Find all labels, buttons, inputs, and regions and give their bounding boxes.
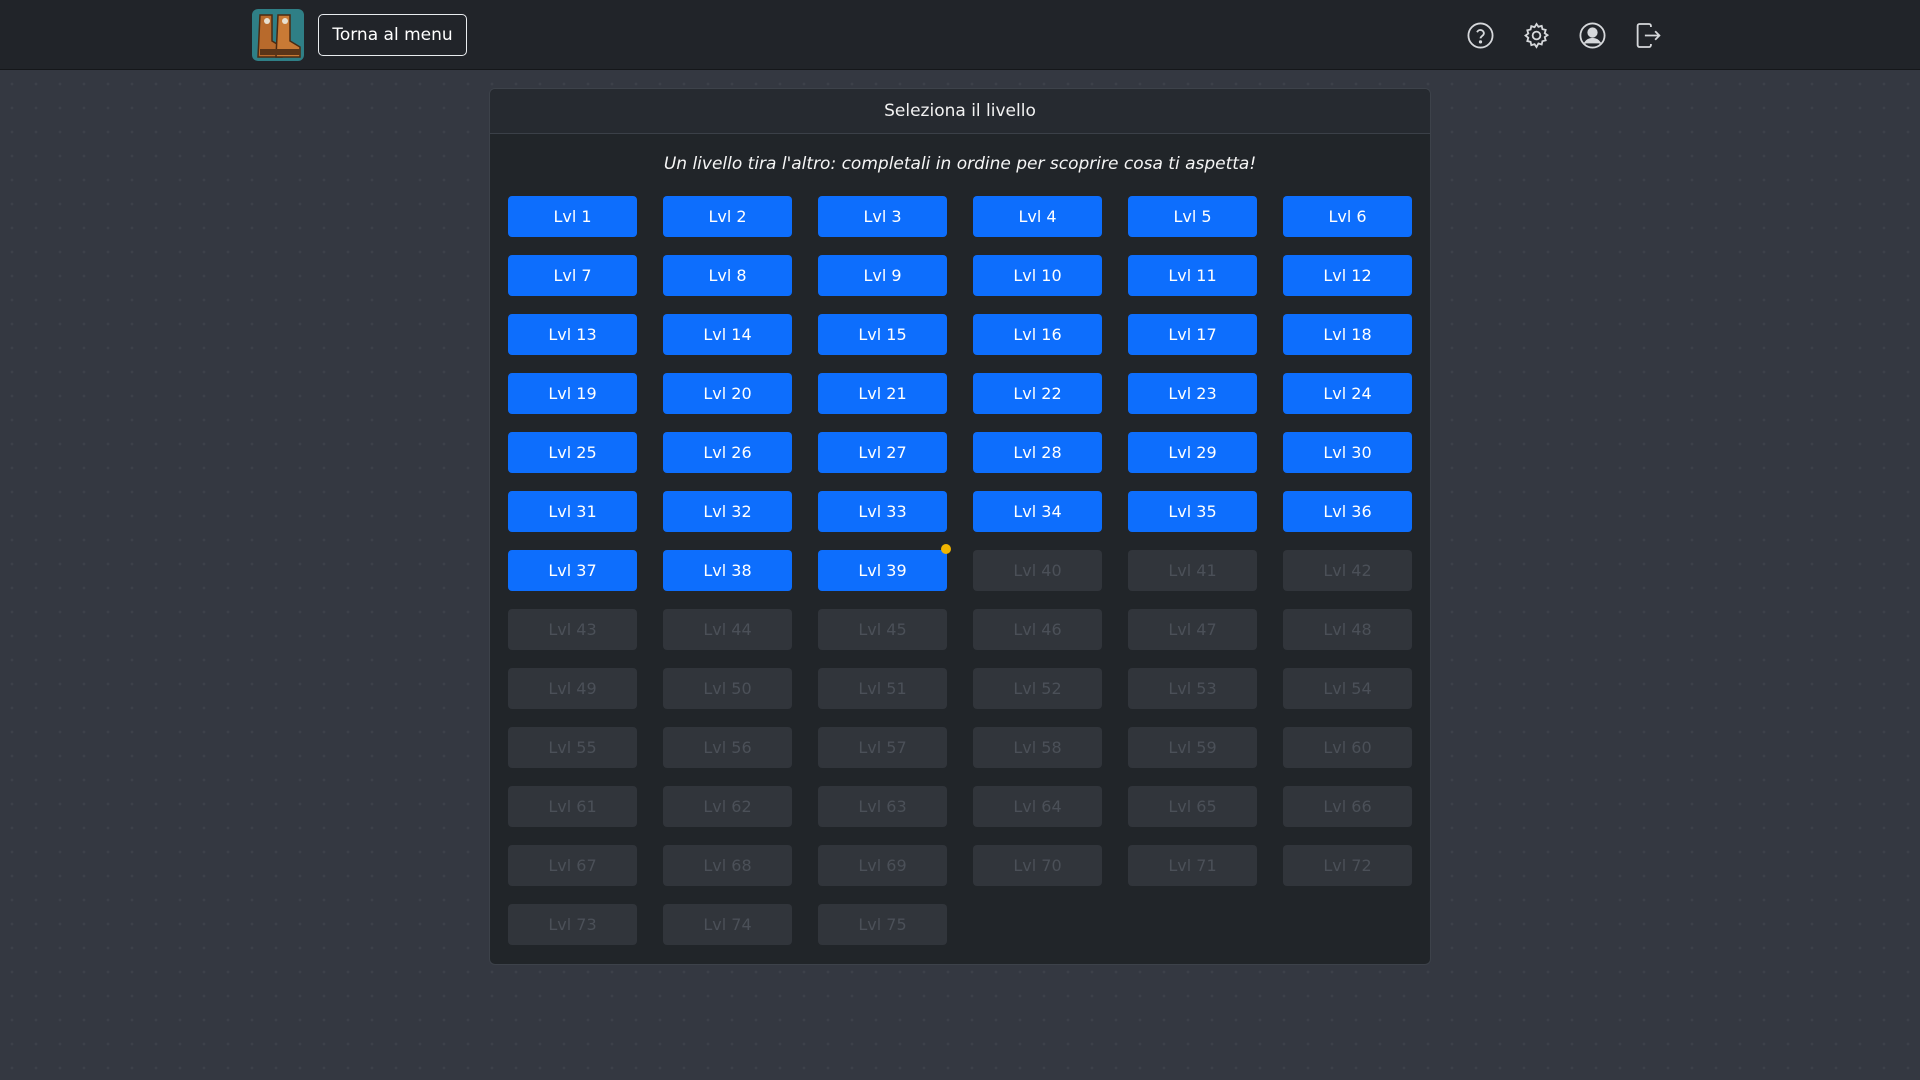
card-title: Seleziona il livello: [490, 89, 1430, 134]
nav-icons: [1465, 18, 1663, 52]
level-button-49: Lvl 49: [508, 668, 637, 709]
level-grid: Lvl 1 Lvl 2 Lvl 3 Lvl 4 Lvl 5 Lvl 6 Lvl 7 Lvl 8…: [508, 196, 1412, 945]
level-button-70: Lvl 70: [973, 845, 1102, 886]
level-button-39[interactable]: Lvl 39: [818, 544, 951, 591]
level-button-2[interactable]: Lvl 2: [663, 196, 792, 237]
level-button-41: Lvl 41: [1128, 550, 1257, 591]
level-button-46: Lvl 46: [973, 609, 1102, 650]
level-button-11[interactable]: Lvl 11: [1128, 255, 1257, 296]
level-button-74: Lvl 74: [663, 904, 792, 945]
level-button-28[interactable]: Lvl 28: [973, 432, 1102, 473]
level-button-65: Lvl 65: [1128, 786, 1257, 827]
level-button-61: Lvl 61: [508, 786, 637, 827]
level-button-66: Lvl 66: [1283, 786, 1412, 827]
logout-icon[interactable]: [1633, 18, 1663, 52]
boots-logo-icon: [252, 9, 304, 61]
level-button-34[interactable]: Lvl 34: [973, 491, 1102, 532]
level-button-38[interactable]: Lvl 38: [663, 550, 792, 591]
level-button-52: Lvl 52: [973, 668, 1102, 709]
level-button-6[interactable]: Lvl 6: [1283, 196, 1412, 237]
level-button-27[interactable]: Lvl 27: [818, 432, 947, 473]
level-button-50: Lvl 50: [663, 668, 792, 709]
level-button-13[interactable]: Lvl 13: [508, 314, 637, 355]
level-button-37[interactable]: Lvl 37: [508, 550, 637, 591]
back-to-menu-button[interactable]: Torna al menu: [318, 14, 467, 56]
current-level-indicator: [941, 544, 951, 554]
level-button-19[interactable]: Lvl 19: [508, 373, 637, 414]
level-button-3[interactable]: Lvl 3: [818, 196, 947, 237]
level-button-16[interactable]: Lvl 16: [973, 314, 1102, 355]
level-button-33[interactable]: Lvl 33: [818, 491, 947, 532]
level-button-4[interactable]: Lvl 4: [973, 196, 1102, 237]
level-button-56: Lvl 56: [663, 727, 792, 768]
level-button-71: Lvl 71: [1128, 845, 1257, 886]
level-button-9[interactable]: Lvl 9: [818, 255, 947, 296]
level-button-18[interactable]: Lvl 18: [1283, 314, 1412, 355]
level-button-1[interactable]: Lvl 1: [508, 196, 637, 237]
level-button-44: Lvl 44: [663, 609, 792, 650]
level-button-14[interactable]: Lvl 14: [663, 314, 792, 355]
level-button-5[interactable]: Lvl 5: [1128, 196, 1257, 237]
level-button-62: Lvl 62: [663, 786, 792, 827]
help-icon[interactable]: [1465, 18, 1495, 52]
level-button-43: Lvl 43: [508, 609, 637, 650]
level-button-54: Lvl 54: [1283, 668, 1412, 709]
level-button-23[interactable]: Lvl 23: [1128, 373, 1257, 414]
level-button-22[interactable]: Lvl 22: [973, 373, 1102, 414]
level-button-15[interactable]: Lvl 15: [818, 314, 947, 355]
level-button-21[interactable]: Lvl 21: [818, 373, 947, 414]
level-button-30[interactable]: Lvl 30: [1283, 432, 1412, 473]
logo[interactable]: [250, 7, 306, 63]
level-button-29[interactable]: Lvl 29: [1128, 432, 1257, 473]
level-button-36[interactable]: Lvl 36: [1283, 491, 1412, 532]
level-button-72: Lvl 72: [1283, 845, 1412, 886]
level-button-58: Lvl 58: [973, 727, 1102, 768]
level-select-card: Seleziona il livello Un livello tira l'a…: [489, 88, 1431, 965]
level-button-8[interactable]: Lvl 8: [663, 255, 792, 296]
level-button-75: Lvl 75: [818, 904, 947, 945]
gear-icon[interactable]: [1521, 18, 1551, 52]
level-button-35[interactable]: Lvl 35: [1128, 491, 1257, 532]
level-button-24[interactable]: Lvl 24: [1283, 373, 1412, 414]
level-button-73: Lvl 73: [508, 904, 637, 945]
level-button-31[interactable]: Lvl 31: [508, 491, 637, 532]
level-button-69: Lvl 69: [818, 845, 947, 886]
level-button-32[interactable]: Lvl 32: [663, 491, 792, 532]
card-subtitle: Un livello tira l'altro: completali in o…: [663, 154, 1257, 174]
level-button-7[interactable]: Lvl 7: [508, 255, 637, 296]
level-button-48: Lvl 48: [1283, 609, 1412, 650]
level-button-12[interactable]: Lvl 12: [1283, 255, 1412, 296]
level-button-25[interactable]: Lvl 25: [508, 432, 637, 473]
level-button-63: Lvl 63: [818, 786, 947, 827]
level-button-20[interactable]: Lvl 20: [663, 373, 792, 414]
level-button-40: Lvl 40: [973, 550, 1102, 591]
level-button-57: Lvl 57: [818, 727, 947, 768]
level-button-67: Lvl 67: [508, 845, 637, 886]
level-button-60: Lvl 60: [1283, 727, 1412, 768]
user-icon[interactable]: [1577, 18, 1607, 52]
level-button-10[interactable]: Lvl 10: [973, 255, 1102, 296]
level-button-17[interactable]: Lvl 17: [1128, 314, 1257, 355]
level-button-53: Lvl 53: [1128, 668, 1257, 709]
level-button-42: Lvl 42: [1283, 550, 1412, 591]
level-button-45: Lvl 45: [818, 609, 947, 650]
level-button-59: Lvl 59: [1128, 727, 1257, 768]
level-button-51: Lvl 51: [818, 668, 947, 709]
level-button-55: Lvl 55: [508, 727, 637, 768]
top-navbar: Torna al menu: [0, 0, 1920, 70]
level-button-64: Lvl 64: [973, 786, 1102, 827]
level-button-26[interactable]: Lvl 26: [663, 432, 792, 473]
level-button-47: Lvl 47: [1128, 609, 1257, 650]
level-button-68: Lvl 68: [663, 845, 792, 886]
